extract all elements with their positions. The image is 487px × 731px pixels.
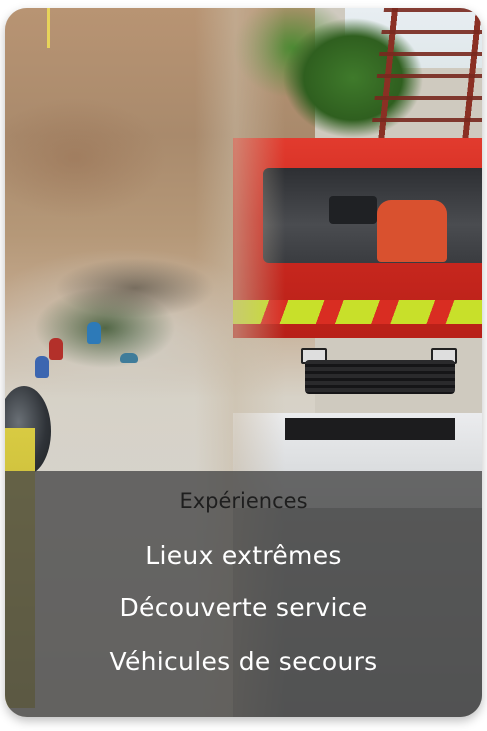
menu-item-vehicules-de-secours[interactable]: Véhicules de secours [5, 647, 482, 676]
cave-shadow [55, 258, 215, 318]
menu-item-lieux-extremes[interactable]: Lieux extrêmes [5, 541, 482, 570]
rescuer-figure [87, 322, 101, 344]
truck-lower-grille [285, 418, 455, 440]
menu-overlay: Expériences Lieux extrêmes Découverte se… [5, 471, 482, 717]
rescuer-figure [35, 356, 49, 378]
menu-item-decouverte-service[interactable]: Découverte service [5, 593, 482, 622]
card-title: Expériences [179, 489, 308, 513]
climbing-rope [47, 8, 50, 48]
truck-mirror [329, 196, 377, 224]
truck-grille [305, 360, 455, 394]
experiences-card[interactable]: Expériences Lieux extrêmes Découverte se… [5, 8, 482, 717]
rescuer-figure [120, 353, 138, 363]
firefighter-jacket [377, 200, 447, 262]
rescuer-figure [49, 338, 63, 360]
aerial-ladder [369, 8, 482, 143]
